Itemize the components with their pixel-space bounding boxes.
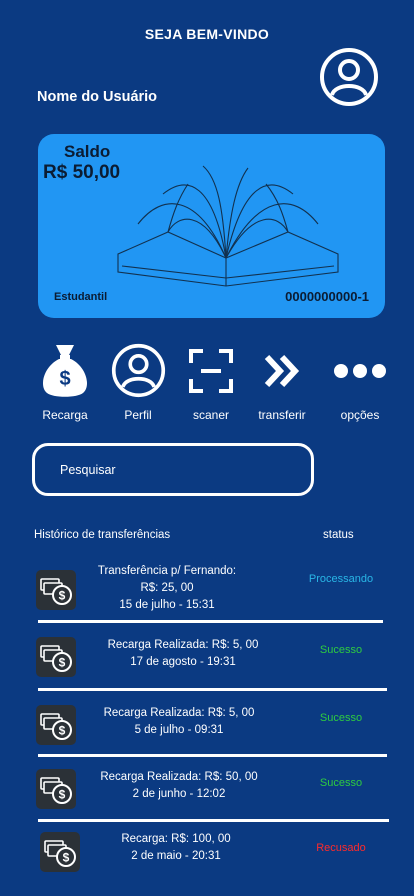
scaner-button[interactable]: scaner — [176, 343, 246, 422]
tx-description: Transferência p/ Fernando: — [97, 565, 237, 577]
money-coins-icon: $ — [36, 705, 76, 745]
more-dots-icon — [334, 363, 386, 378]
money-coins-icon: $ — [36, 637, 76, 677]
tx-description: Recarga: R$: 100, 00 — [121, 833, 231, 845]
tx-amount: R$: 25, 00 — [140, 582, 194, 594]
money-bag-icon: $ — [43, 345, 87, 397]
balance-card[interactable]: Saldo R$ 50,00 Estudantil 0000000000-1 — [38, 134, 385, 318]
money-coins-icon: $ — [36, 769, 76, 809]
perfil-label: Perfil — [124, 408, 152, 422]
card-number: 0000000000-1 — [285, 289, 369, 304]
card-type: Estudantil — [54, 291, 108, 303]
opcoes-button[interactable]: opções — [325, 343, 395, 422]
transferir-label: transferir — [258, 408, 306, 422]
svg-text:$: $ — [59, 788, 66, 802]
user-circle-icon[interactable] — [319, 47, 379, 107]
tx-date: 15 de julho - 15:31 — [119, 599, 215, 611]
search-input[interactable] — [60, 460, 290, 480]
balance-value: R$ 50,00 — [43, 162, 121, 183]
svg-text:$: $ — [59, 724, 66, 738]
divider — [38, 754, 387, 757]
search-box[interactable] — [32, 443, 314, 496]
recarga-label: Recarga — [42, 408, 88, 422]
tx-date: 2 de maio - 20:31 — [131, 850, 221, 862]
svg-text:$: $ — [59, 589, 66, 603]
status-badge: Sucesso — [319, 712, 363, 724]
balance-label: Saldo — [64, 142, 111, 161]
divider — [38, 819, 389, 822]
svg-text:$: $ — [63, 851, 70, 865]
svg-text:$: $ — [59, 656, 66, 670]
username-label: Nome do Usuário — [37, 89, 158, 105]
scan-icon — [189, 348, 233, 393]
opcoes-label: opções — [340, 408, 380, 422]
divider — [38, 688, 387, 691]
history-title: Histórico de transferências — [34, 529, 171, 541]
perfil-button[interactable]: Perfil — [103, 343, 173, 422]
tx-date: 2 de junho - 12:02 — [132, 788, 226, 800]
status-header: status — [323, 529, 354, 541]
open-book-icon — [117, 165, 339, 287]
welcome-title: SEJA BEM-VINDO — [144, 26, 270, 42]
recarga-button[interactable]: $ Recarga — [30, 343, 100, 422]
scaner-label: scaner — [192, 408, 230, 422]
tx-date: 5 de julho - 09:31 — [134, 724, 224, 736]
double-chevron-right-icon — [264, 354, 300, 387]
divider — [38, 620, 383, 623]
tx-description: Recarga Realizada: R$: 5, 00 — [103, 707, 255, 719]
tx-date: 17 de agosto - 19:31 — [130, 656, 236, 668]
transferir-button[interactable]: transferir — [247, 343, 317, 422]
status-badge: Sucesso — [319, 644, 363, 656]
user-circle-icon — [111, 343, 165, 398]
status-badge: Recusado — [316, 842, 366, 854]
status-badge: Sucesso — [319, 777, 363, 789]
status-badge: Processando — [308, 573, 374, 585]
svg-text:$: $ — [59, 368, 70, 390]
tx-description: Recarga Realizada: R$: 50, 00 — [100, 771, 258, 783]
tx-description: Recarga Realizada: R$: 5, 00 — [107, 639, 259, 651]
money-coins-icon: $ — [40, 832, 80, 872]
